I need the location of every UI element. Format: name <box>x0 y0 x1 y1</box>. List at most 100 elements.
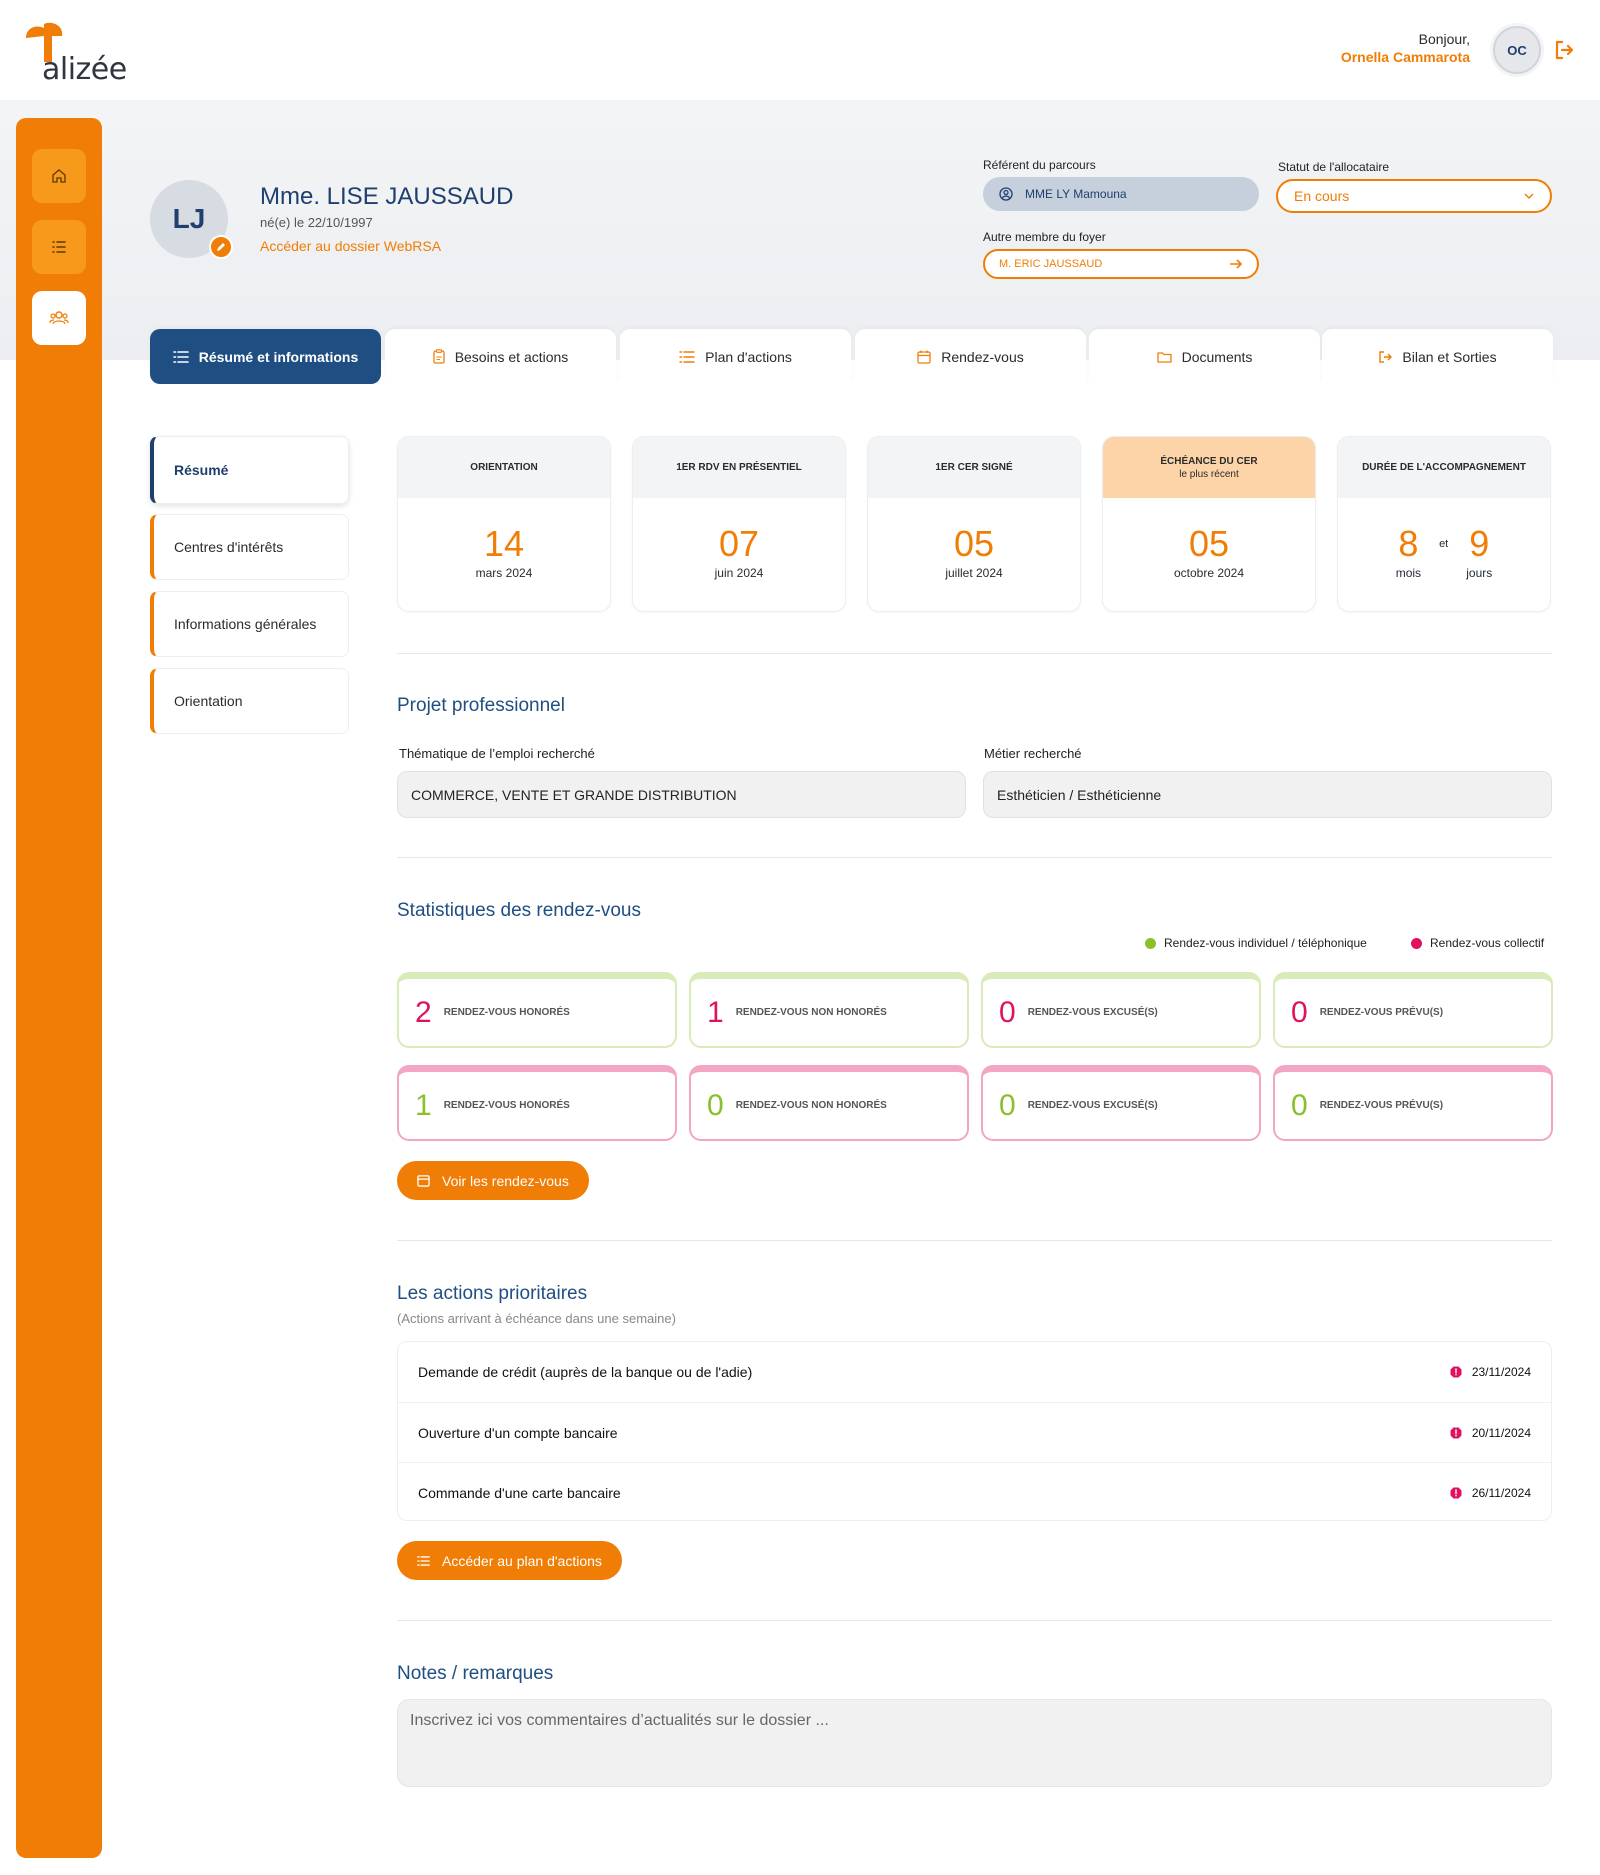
divider <box>397 653 1552 654</box>
tab-bilan-sorties[interactable]: Bilan et Sorties <box>1322 329 1553 384</box>
kpi-caption: octobre 2024 <box>1173 566 1245 580</box>
kpi-duree-accompagnement: DURÉE DE L'ACCOMPAGNEMENT 8 mois et 9 jo… <box>1337 436 1551 612</box>
button-label: Voir les rendez-vous <box>442 1172 569 1189</box>
tab-besoins[interactable]: Besoins et actions <box>385 329 616 384</box>
tab-resume[interactable]: Résumé et informations <box>150 329 381 384</box>
kpi-title: 1ER CER SIGNÉ <box>868 437 1080 498</box>
autre-membre-value: M. ERIC JAUSSAUD <box>999 258 1103 270</box>
kpi-subtitle: le plus récent <box>1179 468 1239 480</box>
tab-rendez-vous[interactable]: Rendez-vous <box>855 329 1086 384</box>
stat-collectif-non-honores: 0 RENDEZ-VOUS NON HONORÉS <box>689 1065 969 1141</box>
list-icon <box>417 1555 430 1566</box>
kpi-title: 1ER RDV EN PRÉSENTIEL <box>633 437 845 498</box>
top-header: alizée Bonjour, Ornella Cammarota OC <box>0 0 1600 100</box>
stat-label: RENDEZ-VOUS NON HONORÉS <box>735 1100 887 1111</box>
referent-label: Référent du parcours <box>983 158 1096 172</box>
sidebar-item-home[interactable] <box>32 149 86 203</box>
stat-individuel-excuses: 0 RENDEZ-VOUS EXCUSÉ(S) <box>981 972 1261 1048</box>
section-title-stats: Statistiques des rendez-vous <box>397 900 641 921</box>
thematique-field[interactable]: COMMERCE, VENTE ET GRANDE DISTRIBUTION <box>397 771 966 818</box>
action-row[interactable]: Demande de crédit (auprès de la banque o… <box>398 1342 1551 1402</box>
beneficiary-name: Mme. LISE JAUSSAUD <box>260 183 514 210</box>
autre-membre-link[interactable]: M. ERIC JAUSSAUD <box>983 249 1259 279</box>
section-title-projet: Projet professionnel <box>397 695 565 716</box>
stat-individuel-honores: 2 RENDEZ-VOUS HONORÉS <box>397 972 677 1048</box>
stat-value: 2 <box>415 995 432 1029</box>
user-circle-icon <box>999 187 1013 201</box>
tab-label: Résumé et informations <box>198 348 359 365</box>
kpi-value: 14 <box>483 523 525 564</box>
days-value: 9 <box>1469 523 1490 564</box>
section-title-notes: Notes / remarques <box>397 1663 554 1684</box>
months-caption: mois <box>1395 566 1422 580</box>
kpi-caption: juin 2024 <box>714 566 764 580</box>
statut-select[interactable]: En cours <box>1276 179 1552 213</box>
kpi-value: 05 <box>953 523 995 564</box>
action-row[interactable]: Ouverture d'un compte bancaire 20/11/202… <box>398 1402 1551 1462</box>
legend-collectif: Rendez-vous collectif <box>1411 936 1544 950</box>
stat-label: RENDEZ-VOUS EXCUSÉ(S) <box>1027 1100 1158 1111</box>
sidebar-item-list[interactable] <box>32 220 86 274</box>
statut-value: En cours <box>1294 188 1350 204</box>
statut-label: Statut de l'allocataire <box>1278 160 1390 174</box>
kpi-header: ÉCHÉANCE DU CER le plus récent <box>1103 437 1315 498</box>
alert-icon <box>1450 1366 1462 1378</box>
stat-label: RENDEZ-VOUS HONORÉS <box>443 1007 570 1018</box>
user-name: Ornella Cammarota <box>1340 49 1470 65</box>
referent-field[interactable]: MME LY Mamouna <box>983 177 1259 211</box>
tab-label: Bilan et Sorties <box>1402 348 1497 365</box>
logout-icon[interactable] <box>1552 38 1576 62</box>
sidebar-item-users[interactable] <box>32 291 86 345</box>
notes-textarea[interactable]: Inscrivez ici vos commentaires d’actuali… <box>397 1699 1552 1787</box>
months-value: 8 <box>1398 523 1419 564</box>
action-label: Ouverture d'un compte bancaire <box>418 1424 618 1441</box>
thematique-label: Thématique de l’emploi recherché <box>399 746 595 761</box>
divider <box>397 857 1552 858</box>
action-date: 26/11/2024 <box>1471 1485 1531 1500</box>
legend-dot-pink <box>1411 937 1422 949</box>
alert-icon <box>1450 1427 1462 1438</box>
tab-plan-actions[interactable]: Plan d'actions <box>620 329 851 384</box>
stat-individuel-non-honores: 1 RENDEZ-VOUS NON HONORÉS <box>689 972 969 1048</box>
stat-collectif-excuses: 0 RENDEZ-VOUS EXCUSÉ(S) <box>981 1065 1261 1141</box>
duration-days: 9 jours <box>1466 523 1492 581</box>
submenu-resume[interactable]: Résumé <box>150 436 349 504</box>
plan-actions-button[interactable]: Accéder au plan d'actions <box>397 1541 622 1580</box>
stat-label: RENDEZ-VOUS EXCUSÉ(S) <box>1027 1007 1158 1018</box>
profile-band <box>0 100 1600 360</box>
actions-list: Demande de crédit (auprès de la banque o… <box>397 1341 1552 1521</box>
sidebar <box>16 118 102 1858</box>
actions-subtitle: (Actions arrivant à échéance dans une se… <box>397 1311 676 1326</box>
action-row[interactable]: Commande d'une carte bancaire 26/11/2024 <box>398 1462 1551 1522</box>
webrsa-link[interactable]: Accéder au dossier WebRSA <box>260 238 441 254</box>
list-icon <box>52 241 66 253</box>
duration-months: 8 mois <box>1395 523 1422 581</box>
kpi-title: ÉCHÉANCE DU CER <box>1160 455 1258 467</box>
duration-connector: et <box>1439 538 1449 550</box>
action-label: Commande d'une carte bancaire <box>418 1484 621 1501</box>
legend-label: Rendez-vous collectif <box>1430 936 1545 950</box>
stat-value: 0 <box>999 995 1016 1029</box>
kpi-value: 05 <box>1188 523 1230 564</box>
exit-icon <box>1379 350 1393 363</box>
users-icon <box>49 311 69 325</box>
kpi-premier-cer: 1ER CER SIGNÉ 05 juillet 2024 <box>867 436 1081 612</box>
voir-rendez-vous-button[interactable]: Voir les rendez-vous <box>397 1161 589 1200</box>
submenu-informations-generales[interactable]: Informations générales <box>150 591 349 657</box>
folder-icon <box>1156 351 1172 363</box>
alizee-logo[interactable]: alizée <box>22 22 132 87</box>
calendar-icon <box>917 350 931 364</box>
tab-documents[interactable]: Documents <box>1089 329 1320 384</box>
legend-label: Rendez-vous individuel / téléphonique <box>1164 936 1367 950</box>
chevron-down-icon <box>1524 193 1534 199</box>
edit-avatar-button[interactable] <box>209 235 233 259</box>
stat-label: RENDEZ-VOUS PRÉVU(S) <box>1319 1100 1444 1111</box>
user-avatar[interactable]: OC <box>1493 26 1541 74</box>
metier-field[interactable]: Esthéticien / Esthéticienne <box>983 771 1552 818</box>
legend-individuel: Rendez-vous individuel / téléphonique <box>1145 936 1367 950</box>
kpi-value: 07 <box>718 523 760 564</box>
submenu-orientation[interactable]: Orientation <box>150 668 349 734</box>
birth-date: né(e) le 22/10/1997 <box>260 215 373 230</box>
submenu-centres-interets[interactable]: Centres d'intérêts <box>150 514 349 580</box>
stat-value: 0 <box>999 1088 1016 1122</box>
